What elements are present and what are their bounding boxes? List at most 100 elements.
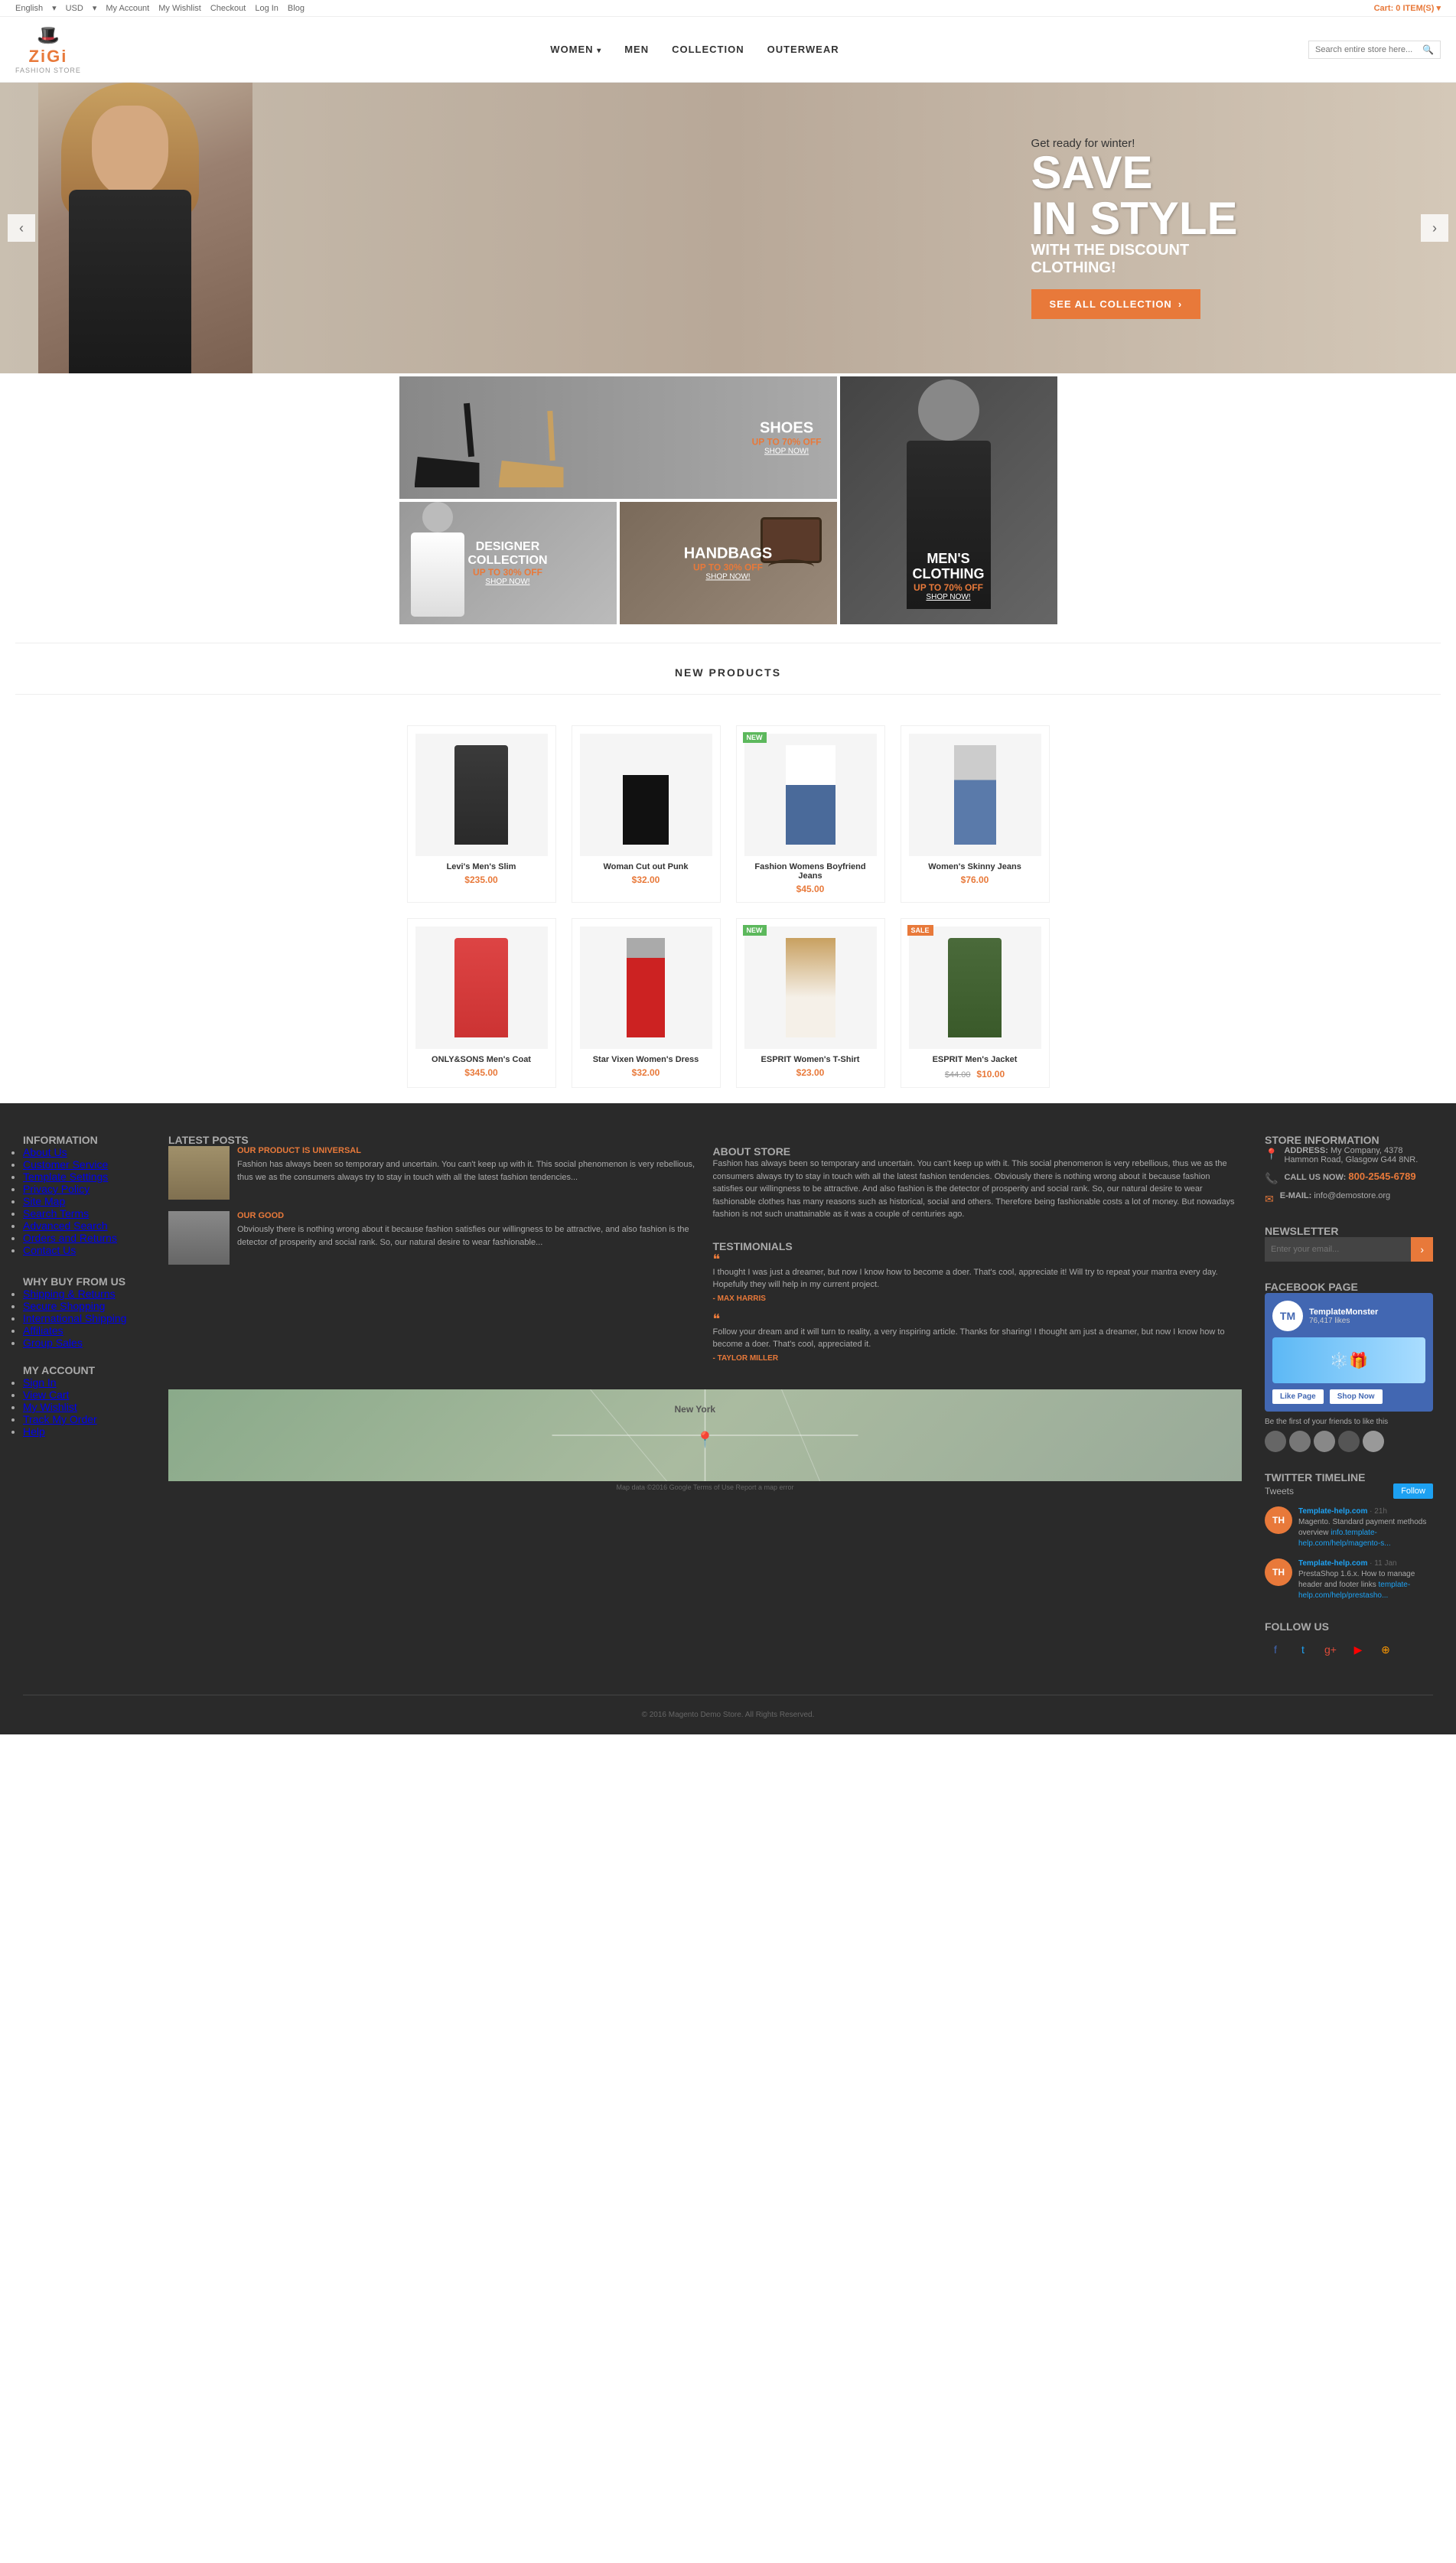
info-template[interactable]: Template Settings xyxy=(23,1171,108,1183)
nav-men[interactable]: MEN xyxy=(624,44,649,55)
blog-link[interactable]: Blog xyxy=(288,4,305,13)
cart-label: Cart: xyxy=(1374,4,1394,13)
wishlist-link[interactable]: My Wishlist xyxy=(158,4,201,13)
nav-women-arrow: ▾ xyxy=(597,47,601,55)
email-text: E-MAIL: info@demostore.org xyxy=(1280,1191,1390,1200)
map-attribution: Map data ©2016 Google Terms of Use Repor… xyxy=(168,1483,1242,1491)
promo-mens-shop[interactable]: SHOP NOW! xyxy=(894,593,1003,601)
login-link[interactable]: Log In xyxy=(255,4,278,13)
promo-shoes-shop[interactable]: SHOP NOW! xyxy=(752,448,822,456)
hero-cta-button[interactable]: SEE ALL COLLECTION › xyxy=(1031,289,1201,319)
why-buy-list: Shipping & Returns Secure Shopping Inter… xyxy=(23,1288,145,1349)
why-group[interactable]: Group Sales xyxy=(23,1337,83,1349)
testimonial-text-1: I thought I was just a dreamer, but now … xyxy=(713,1266,1243,1291)
fb-shop-btn[interactable]: Shop Now xyxy=(1330,1389,1383,1404)
tweet-avatar-2: TH xyxy=(1265,1558,1292,1586)
product-card-6[interactable]: Star Vixen Women's Dress $32.00 xyxy=(572,918,721,1088)
cart-button[interactable]: Cart: 0 ITEM(S) ▾ xyxy=(1374,3,1441,13)
product-price-old-8: $44.00 xyxy=(945,1070,971,1080)
product-price-6: $32.00 xyxy=(580,1067,712,1078)
why-shipping[interactable]: Shipping & Returns xyxy=(23,1288,116,1300)
nav-collection[interactable]: COLLECTION xyxy=(672,44,744,55)
nav-outerwear[interactable]: OUTERWEAR xyxy=(767,44,839,55)
search-icon[interactable]: 🔍 xyxy=(1422,44,1434,55)
info-privacy[interactable]: Privacy Policy xyxy=(23,1183,90,1195)
header: 🎩 ZiGi FASHION STORE WOMEN ▾ MEN COLLECT… xyxy=(0,17,1456,83)
product-card-5[interactable]: ONLY&SONS Men's Coat $345.00 xyxy=(407,918,556,1088)
quote-icon-1: ❝ xyxy=(713,1252,1243,1266)
newsletter-submit[interactable]: › xyxy=(1411,1237,1433,1262)
promo-designer-title: DESIGNER COLLECTION xyxy=(454,540,562,567)
info-customer[interactable]: Customer Service xyxy=(23,1158,108,1171)
account-track[interactable]: Track My Order xyxy=(23,1413,97,1425)
nav-women[interactable]: WOMEN ▾ xyxy=(550,44,601,55)
hero-next-button[interactable]: › xyxy=(1421,214,1448,242)
logo-text: ZiGi xyxy=(29,47,68,67)
facebook-section: FACEBOOK PAGE TM TemplateMonster 76,417 … xyxy=(1265,1281,1433,1452)
my-account-link[interactable]: My Account xyxy=(106,4,149,13)
why-buy-title: WHY BUY FROM US xyxy=(23,1275,145,1288)
new-products-section: NEW PRODUCTS Levi's Men's Slim $235.00 W… xyxy=(0,643,1456,1103)
map-pin: 📍 xyxy=(695,1430,715,1449)
fb-cover-image: ❄️🎁 xyxy=(1272,1337,1425,1383)
tweet-2: TH Template-help.com · 11 Jan PrestaShop… xyxy=(1265,1558,1433,1601)
language-selector[interactable]: English xyxy=(15,4,43,13)
account-signin[interactable]: Sign In xyxy=(23,1376,57,1389)
hero-prev-button[interactable]: ‹ xyxy=(8,214,35,242)
info-search[interactable]: Search Terms xyxy=(23,1207,89,1220)
product-img-1 xyxy=(415,734,548,856)
product-card-7[interactable]: New ESPRIT Women's T-Shirt $23.00 xyxy=(736,918,885,1088)
rss-social-icon[interactable]: ⊕ xyxy=(1375,1639,1396,1660)
product-card-8[interactable]: Sale ESPRIT Men's Jacket $44.00 $10.00 xyxy=(901,918,1050,1088)
tweet-1: TH Template-help.com · 21h Magento. Stan… xyxy=(1265,1506,1433,1549)
promo-designer-shop[interactable]: SHOP NOW! xyxy=(454,578,562,586)
facebook-social-icon[interactable]: f xyxy=(1265,1639,1286,1660)
fb-friend-avatars xyxy=(1265,1431,1433,1452)
youtube-social-icon[interactable]: ▶ xyxy=(1347,1639,1369,1660)
post-tag-2: OUR GOOD xyxy=(237,1211,698,1220)
post-tag-1: OUR PRODUCT IS UNIVERSAL xyxy=(237,1146,698,1155)
search-input[interactable] xyxy=(1315,45,1422,54)
promo-mens[interactable]: MEN'S CLOTHING UP TO 70% OFF SHOP NOW! xyxy=(840,376,1057,624)
currency-selector[interactable]: USD xyxy=(66,4,83,13)
why-affiliates[interactable]: Affiliates xyxy=(23,1324,64,1337)
promo-mens-content: MEN'S CLOTHING UP TO 70% OFF SHOP NOW! xyxy=(894,552,1003,601)
account-help[interactable]: Help xyxy=(23,1425,45,1438)
checkout-link[interactable]: Checkout xyxy=(210,4,246,13)
store-info-title: STORE INFORMATION xyxy=(1265,1134,1433,1146)
tweet-avatar-1: TH xyxy=(1265,1506,1292,1534)
info-about[interactable]: About Us xyxy=(23,1146,67,1158)
logo[interactable]: 🎩 ZiGi FASHION STORE xyxy=(15,24,81,74)
twitter-social-icon[interactable]: t xyxy=(1292,1639,1314,1660)
product-price-1: $235.00 xyxy=(415,874,548,885)
newsletter-input[interactable] xyxy=(1265,1237,1411,1262)
follow-button[interactable]: Follow xyxy=(1393,1483,1433,1499)
hero-banner: ‹ Get ready for winter! SAVE IN STYLE WI… xyxy=(0,83,1456,373)
promo-handbags-shop[interactable]: SHOP NOW! xyxy=(684,573,773,581)
latest-posts-title: LATEST POSTS xyxy=(168,1134,698,1146)
promo-handbags[interactable]: HANDBAGS UP TO 30% OFF SHOP NOW! xyxy=(620,502,837,624)
fb-avatar: TM xyxy=(1272,1301,1303,1331)
promo-section: SHOES UP TO 70% OFF SHOP NOW! MEN'S CLOT… xyxy=(384,373,1073,627)
account-wishlist[interactable]: My Wishlist xyxy=(23,1401,77,1413)
product-card-1[interactable]: Levi's Men's Slim $235.00 xyxy=(407,725,556,903)
product-card-2[interactable]: Woman Cut out Punk $32.00 xyxy=(572,725,721,903)
promo-shoes[interactable]: SHOES UP TO 70% OFF SHOP NOW! xyxy=(399,376,837,499)
info-advanced-search[interactable]: Advanced Search xyxy=(23,1220,108,1232)
info-orders[interactable]: Orders and Returns xyxy=(23,1232,117,1244)
account-cart[interactable]: View Cart xyxy=(23,1389,69,1401)
fb-friend-5 xyxy=(1363,1431,1384,1452)
product-card-4[interactable]: Women's Skinny Jeans $76.00 xyxy=(901,725,1050,903)
fb-like-btn[interactable]: Like Page xyxy=(1272,1389,1324,1404)
product-card-3[interactable]: New Fashion Womens Boyfriend Jeans $45.0… xyxy=(736,725,885,903)
why-secure[interactable]: Secure Shopping xyxy=(23,1300,105,1312)
product-img-4 xyxy=(909,734,1041,856)
why-international[interactable]: International Shipping xyxy=(23,1312,126,1324)
info-contact[interactable]: Contact Us xyxy=(23,1244,76,1256)
svg-text:New York: New York xyxy=(675,1404,716,1415)
newsletter-section: NEWSLETTER › xyxy=(1265,1225,1433,1262)
promo-designer[interactable]: DESIGNER COLLECTION UP TO 30% OFF SHOP N… xyxy=(399,502,617,624)
info-sitemap[interactable]: Site Map xyxy=(23,1195,65,1207)
social-icons: f t g+ ▶ ⊕ xyxy=(1265,1639,1433,1660)
googleplus-social-icon[interactable]: g+ xyxy=(1320,1639,1341,1660)
